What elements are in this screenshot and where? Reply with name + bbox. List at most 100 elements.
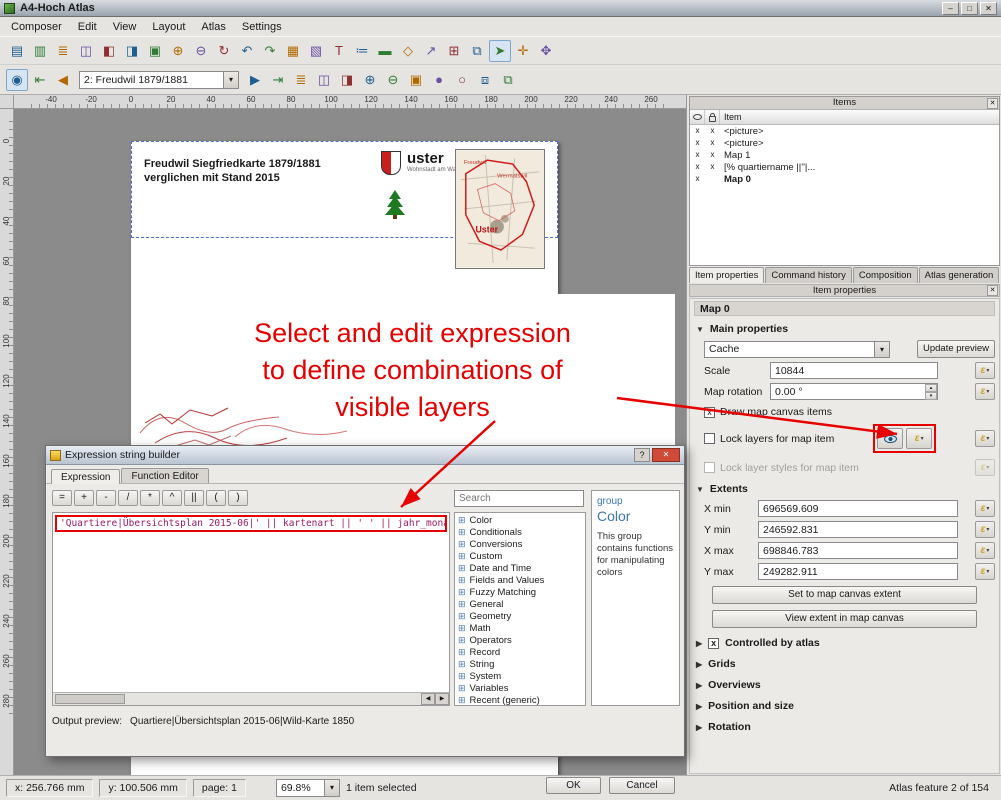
tree-expand-icon[interactable]: ⊞ — [458, 599, 466, 610]
dialog-titlebar[interactable]: Expression string builder ? ✕ — [46, 446, 684, 465]
previous-feature-icon[interactable]: ◀ — [52, 69, 74, 91]
minimize-button[interactable]: – — [942, 2, 959, 15]
last-feature-icon[interactable]: ⇥ — [267, 69, 289, 91]
redo-icon[interactable]: ↷ — [259, 40, 281, 62]
zoom-actual-icon[interactable]: ▣ — [405, 69, 427, 91]
function-group-item[interactable]: ⊞ String — [455, 658, 585, 670]
lock-layers-checkbox[interactable] — [704, 433, 715, 444]
function-group-item[interactable]: ⊞ Math — [455, 622, 585, 634]
item-row[interactable]: x x [% quartiername ||''|... — [690, 161, 999, 173]
zoom-in-alt-icon[interactable]: ⊕ — [359, 69, 381, 91]
refresh-view-icon[interactable]: ↻ — [213, 40, 235, 62]
lock-layers-data-defined-button[interactable]: ε▾ — [906, 428, 932, 449]
ok-button[interactable]: OK — [546, 777, 601, 794]
tab-expression[interactable]: Expression — [51, 469, 120, 484]
section-overviews[interactable]: ▶ Overviews — [696, 679, 995, 691]
function-group-item[interactable]: ⊞ Date and Time — [455, 562, 585, 574]
spin-up-icon[interactable]: ▴ — [925, 384, 937, 392]
tree-expand-icon[interactable]: ⊞ — [458, 659, 466, 670]
add-new-map-icon[interactable]: ▦ — [282, 40, 304, 62]
draw-canvas-items-checkbox[interactable]: x — [704, 407, 715, 418]
dialog-close-button[interactable]: ✕ — [652, 448, 680, 462]
menu-composer[interactable]: Composer — [3, 19, 70, 35]
add-legend-icon[interactable]: ≔ — [351, 40, 373, 62]
controlled-by-atlas-checkbox[interactable]: x — [708, 638, 719, 649]
zoom-out-alt-icon[interactable]: ⊖ — [382, 69, 404, 91]
preview-atlas-icon[interactable]: ◉ — [6, 69, 28, 91]
tree-expand-icon[interactable]: ⊞ — [458, 647, 466, 658]
map-title-label[interactable]: Freudwil Siegfriedkarte 1879/1881 vergli… — [144, 157, 321, 185]
zoom-in-icon[interactable]: ⊕ — [167, 40, 189, 62]
add-html-frame-icon[interactable]: ⧉ — [466, 40, 488, 62]
rotation-spinner[interactable]: 0.00 ° ▴ ▾ — [770, 383, 938, 400]
export-as-pdf-icon[interactable]: ◨ — [121, 40, 143, 62]
scrollbar-thumb[interactable] — [55, 694, 125, 704]
menu-layout[interactable]: Layout — [144, 19, 193, 35]
item-row[interactable]: x x Map 1 — [690, 149, 999, 161]
scale-data-defined-button[interactable]: ε▾ — [975, 362, 995, 379]
print-icon[interactable]: ≣ — [52, 40, 74, 62]
dialog-help-button[interactable]: ? — [634, 448, 650, 462]
load-from-template-icon[interactable]: ▥ — [29, 40, 51, 62]
section-controlled-by-atlas[interactable]: ▶ x Controlled by atlas — [696, 637, 995, 649]
menu-edit[interactable]: Edit — [70, 19, 105, 35]
function-group-item[interactable]: ⊞ System — [455, 670, 585, 682]
item-visible-checkbox[interactable]: x — [690, 173, 705, 185]
item-properties-close-button[interactable]: ✕ — [987, 285, 998, 296]
item-visible-checkbox[interactable]: x — [690, 125, 705, 137]
tree-expand-icon[interactable]: ⊞ — [458, 551, 466, 562]
tree-expand-icon[interactable]: ⊞ — [458, 695, 466, 706]
add-scalebar-icon[interactable]: ▬ — [374, 40, 396, 62]
op-power[interactable]: ^ — [162, 490, 182, 506]
extent-input[interactable]: 696569.609 — [758, 500, 958, 517]
items-panel-close-button[interactable]: ✕ — [987, 98, 998, 109]
item-locked-checkbox[interactable]: x — [705, 125, 720, 137]
extent-input[interactable]: 246592.831 — [758, 521, 958, 538]
tree-expand-icon[interactable]: ⊞ — [458, 575, 466, 586]
function-group-item[interactable]: ⊞ Custom — [455, 550, 585, 562]
tree-expand-icon[interactable]: ⊞ — [458, 635, 466, 646]
function-group-item[interactable]: ⊞ General — [455, 598, 585, 610]
tree-expand-icon[interactable]: ⊞ — [458, 539, 466, 550]
ungroup-items-icon[interactable]: ⧉ — [497, 69, 519, 91]
tree-expand-icon[interactable]: ⊞ — [458, 587, 466, 598]
op-equals[interactable]: = — [52, 490, 72, 506]
scroll-right-icon[interactable]: ▶ — [435, 693, 449, 705]
tree-expand-icon[interactable]: ⊞ — [458, 683, 466, 694]
chevron-down-icon[interactable]: ▾ — [874, 342, 889, 357]
editor-horizontal-scrollbar[interactable]: ◀ ▶ — [53, 692, 449, 705]
function-search-input[interactable] — [454, 490, 584, 507]
extent-data-defined-button[interactable]: ε▾ — [975, 563, 995, 580]
export-as-image-icon[interactable]: ◫ — [75, 40, 97, 62]
tab-atlas-generation[interactable]: Atlas generation — [919, 267, 1000, 283]
item-row[interactable]: x Map 0 — [690, 173, 999, 185]
item-visible-checkbox[interactable]: x — [690, 137, 705, 149]
item-row[interactable]: x x <picture> — [690, 125, 999, 137]
tab-composition[interactable]: Composition — [853, 267, 918, 283]
section-grids[interactable]: ▶ Grids — [696, 658, 995, 670]
op-plus[interactable]: + — [74, 490, 94, 506]
pan-icon[interactable]: ✥ — [535, 40, 557, 62]
section-position-size[interactable]: ▶ Position and size — [696, 700, 995, 712]
function-group-item[interactable]: ⊞ Conditionals — [455, 526, 585, 538]
save-as-template-icon[interactable]: ▤ — [6, 40, 28, 62]
add-attribute-table-icon[interactable]: ⊞ — [443, 40, 465, 62]
rotation-data-defined-button[interactable]: ε▾ — [975, 383, 995, 400]
chevron-down-icon[interactable]: ▾ — [324, 780, 339, 796]
extent-data-defined-button[interactable]: ε▾ — [975, 542, 995, 559]
cache-mode-combo[interactable]: Cache ▾ — [704, 341, 890, 358]
function-group-item[interactable]: ⊞ Geometry — [455, 610, 585, 622]
function-group-item[interactable]: ⊞ Operators — [455, 634, 585, 646]
extent-data-defined-button[interactable]: ε▾ — [975, 521, 995, 538]
export-atlas-pdf-icon[interactable]: ◨ — [336, 69, 358, 91]
zoom-out-icon[interactable]: ⊖ — [190, 40, 212, 62]
function-group-item[interactable]: ⊞ Color — [455, 514, 585, 526]
update-preview-button[interactable]: Update preview — [917, 340, 995, 358]
lock-styles-data-defined-button[interactable]: ε▾ — [975, 459, 995, 476]
menu-atlas[interactable]: Atlas — [193, 19, 233, 35]
unlock-items-icon[interactable]: ○ — [451, 69, 473, 91]
add-arrow-icon[interactable]: ↗ — [420, 40, 442, 62]
function-group-item[interactable]: ⊞ Fields and Values — [455, 574, 585, 586]
select-move-item-icon[interactable]: ➤ — [489, 40, 511, 62]
item-locked-checkbox[interactable]: x — [705, 161, 720, 173]
